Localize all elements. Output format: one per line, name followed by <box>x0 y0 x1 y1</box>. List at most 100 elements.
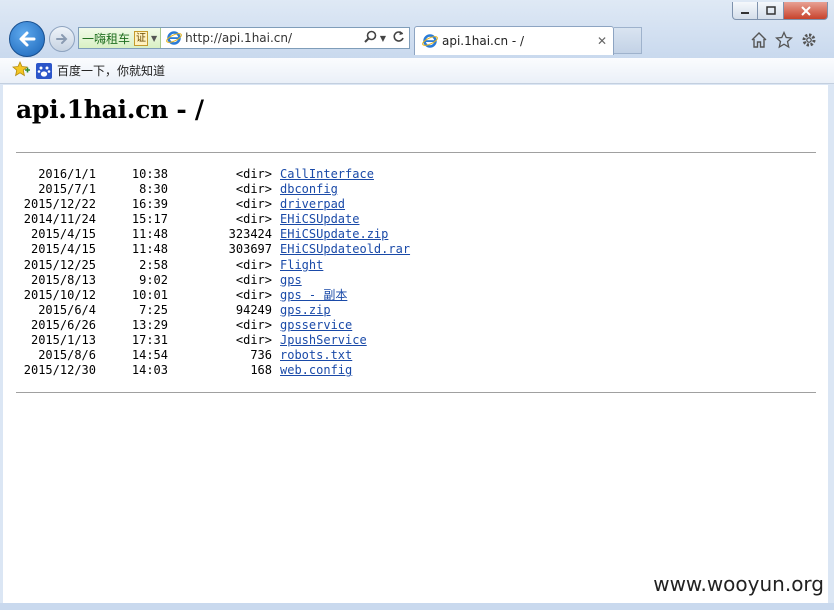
minimize-button[interactable] <box>732 2 758 20</box>
entry-date: 2015/6/26 <box>30 317 96 332</box>
close-button[interactable] <box>784 2 828 20</box>
entry-time: 11:48 <box>131 242 168 257</box>
entry-time: 14:03 <box>131 363 168 378</box>
favorites-bar: 百度一下，你就知道 <box>0 58 834 84</box>
url-text[interactable]: http://api.1hai.cn/ <box>185 31 358 45</box>
entry-date: 2016/1/1 <box>38 167 96 181</box>
entry-link[interactable]: gpsservice <box>280 318 352 332</box>
refresh-icon[interactable] <box>392 30 405 46</box>
maximize-icon <box>765 5 776 15</box>
certificate-icon: 证 <box>134 30 149 46</box>
favorites-star-icon[interactable] <box>773 29 795 51</box>
entry-date: 2015/6/4 <box>38 302 96 317</box>
entry-time: 2:58 <box>139 257 168 272</box>
favorite-link-baidu[interactable]: 百度一下，你就知道 <box>36 62 165 79</box>
entry-size: 303697 <box>228 242 272 257</box>
entry-date: 2015/8/13 <box>30 272 96 287</box>
entry-date: 2015/12/25 <box>23 257 96 272</box>
directory-listing: 2016/1/1 10:38 <dir> CallInterface 2015/7/1 8… <box>16 167 410 378</box>
page-viewport: api.1hai.cn - / 2016/1/1 10:38 <dir> CallIn… <box>3 85 828 603</box>
listing-row: 2015/4/15 11:48 323424 EHiCSUpdate.zip <box>16 227 410 242</box>
address-bar[interactable]: 一嗨租车 证 ▼ http://api.1hai.cn/ ▼ <box>78 27 410 49</box>
entry-link[interactable]: web.config <box>280 363 352 377</box>
entry-size: 736 <box>250 348 272 363</box>
chevron-down-icon: ▼ <box>151 33 158 43</box>
entry-time: 10:38 <box>131 167 168 181</box>
entry-size: 94249 <box>235 302 272 317</box>
search-icon[interactable] <box>364 30 377 46</box>
listing-row: 2015/10/12 10:01 <dir> gps - 副本 <box>16 288 410 303</box>
entry-link[interactable]: Flight <box>280 258 323 272</box>
tab-title: api.1hai.cn - / <box>442 34 525 48</box>
watermark: www.wooyun.org <box>653 572 824 596</box>
entry-size: <dir> <box>235 197 272 212</box>
entry-link[interactable]: driverpad <box>280 197 345 211</box>
entry-link[interactable]: gps - 副本 <box>280 288 347 302</box>
forward-button[interactable] <box>49 26 75 52</box>
entry-time: 10:01 <box>131 287 168 302</box>
back-button[interactable] <box>9 21 45 57</box>
entry-size: <dir> <box>235 167 272 181</box>
add-favorite-icon[interactable] <box>12 60 30 81</box>
entry-link[interactable]: EHiCSUpdateold.rar <box>280 242 410 256</box>
entry-date: 2015/12/30 <box>23 363 96 378</box>
entry-time: 13:29 <box>131 317 168 332</box>
site-identity-badge[interactable]: 一嗨租车 证 ▼ <box>79 28 162 48</box>
entry-date: 2015/10/12 <box>23 287 96 302</box>
entry-time: 17:31 <box>131 333 168 348</box>
gear-icon[interactable] <box>798 29 820 51</box>
entry-link[interactable]: CallInterface <box>280 167 374 181</box>
ie-logo-icon <box>422 34 438 48</box>
entry-size: <dir> <box>235 182 272 197</box>
entry-size: <dir> <box>235 257 272 272</box>
listing-row: 2015/12/25 2:58 <dir> Flight <box>16 258 410 273</box>
listing-row: 2015/4/15 11:48 303697 EHiCSUpdateold.rar <box>16 242 410 257</box>
entry-size: <dir> <box>235 317 272 332</box>
tab-close-icon[interactable]: ✕ <box>597 34 607 48</box>
tab-active[interactable]: api.1hai.cn - / ✕ <box>414 26 614 55</box>
entry-link[interactable]: EHiCSUpdate <box>280 212 359 226</box>
listing-row: 2015/12/22 16:39 <dir> driverpad <box>16 197 410 212</box>
entry-size: <dir> <box>235 212 272 227</box>
entry-link[interactable]: EHiCSUpdate.zip <box>280 227 388 241</box>
entry-size: <dir> <box>235 333 272 348</box>
forward-arrow-icon <box>56 34 68 44</box>
home-icon[interactable] <box>748 29 770 51</box>
ie-logo-icon <box>166 31 183 45</box>
entry-date: 2015/7/1 <box>38 182 96 197</box>
baidu-paw-icon <box>36 62 52 79</box>
entry-date: 2014/11/24 <box>23 212 96 227</box>
browser-toolbar: 一嗨租车 证 ▼ http://api.1hai.cn/ ▼ api.1hai.… <box>0 0 834 59</box>
entry-link[interactable]: robots.txt <box>280 348 352 362</box>
entry-time: 8:30 <box>139 182 168 197</box>
entry-date: 2015/12/22 <box>23 197 96 212</box>
listing-row: 2015/12/30 14:03 168 web.config <box>16 363 410 378</box>
listing-row: 2015/6/4 7:25 94249 gps.zip <box>16 303 410 318</box>
entry-link[interactable]: dbconfig <box>280 182 338 196</box>
entry-link[interactable]: JpushService <box>280 333 367 347</box>
entry-size: <dir> <box>235 272 272 287</box>
listing-row: 2015/7/1 8:30 <dir> dbconfig <box>16 182 410 197</box>
minimize-icon <box>741 11 749 14</box>
entry-time: 14:54 <box>131 348 168 363</box>
listing-row: 2014/11/24 15:17 <dir> EHiCSUpdate <box>16 212 410 227</box>
entry-date: 2015/4/15 <box>30 242 96 257</box>
listing-row: 2016/1/1 10:38 <dir> CallInterface <box>16 167 410 182</box>
entry-date: 2015/1/13 <box>30 333 96 348</box>
close-icon <box>800 5 811 16</box>
address-tools: ▼ <box>358 30 409 46</box>
new-tab-button[interactable] <box>614 27 642 54</box>
entry-time: 11:48 <box>131 227 168 242</box>
entry-time: 15:17 <box>131 212 168 227</box>
entry-link[interactable]: gps <box>280 273 302 287</box>
maximize-button[interactable] <box>758 2 784 20</box>
listing-row: 2015/6/26 13:29 <dir> gpsservice <box>16 318 410 333</box>
entry-time: 7:25 <box>139 302 168 317</box>
dropdown-chevron-icon[interactable]: ▼ <box>380 34 386 43</box>
back-arrow-icon <box>19 31 36 47</box>
top-divider <box>16 152 816 153</box>
entry-link[interactable]: gps.zip <box>280 303 331 317</box>
bottom-divider <box>16 392 816 393</box>
entry-size: <dir> <box>235 287 272 302</box>
site-name: 一嗨租车 <box>82 31 131 46</box>
